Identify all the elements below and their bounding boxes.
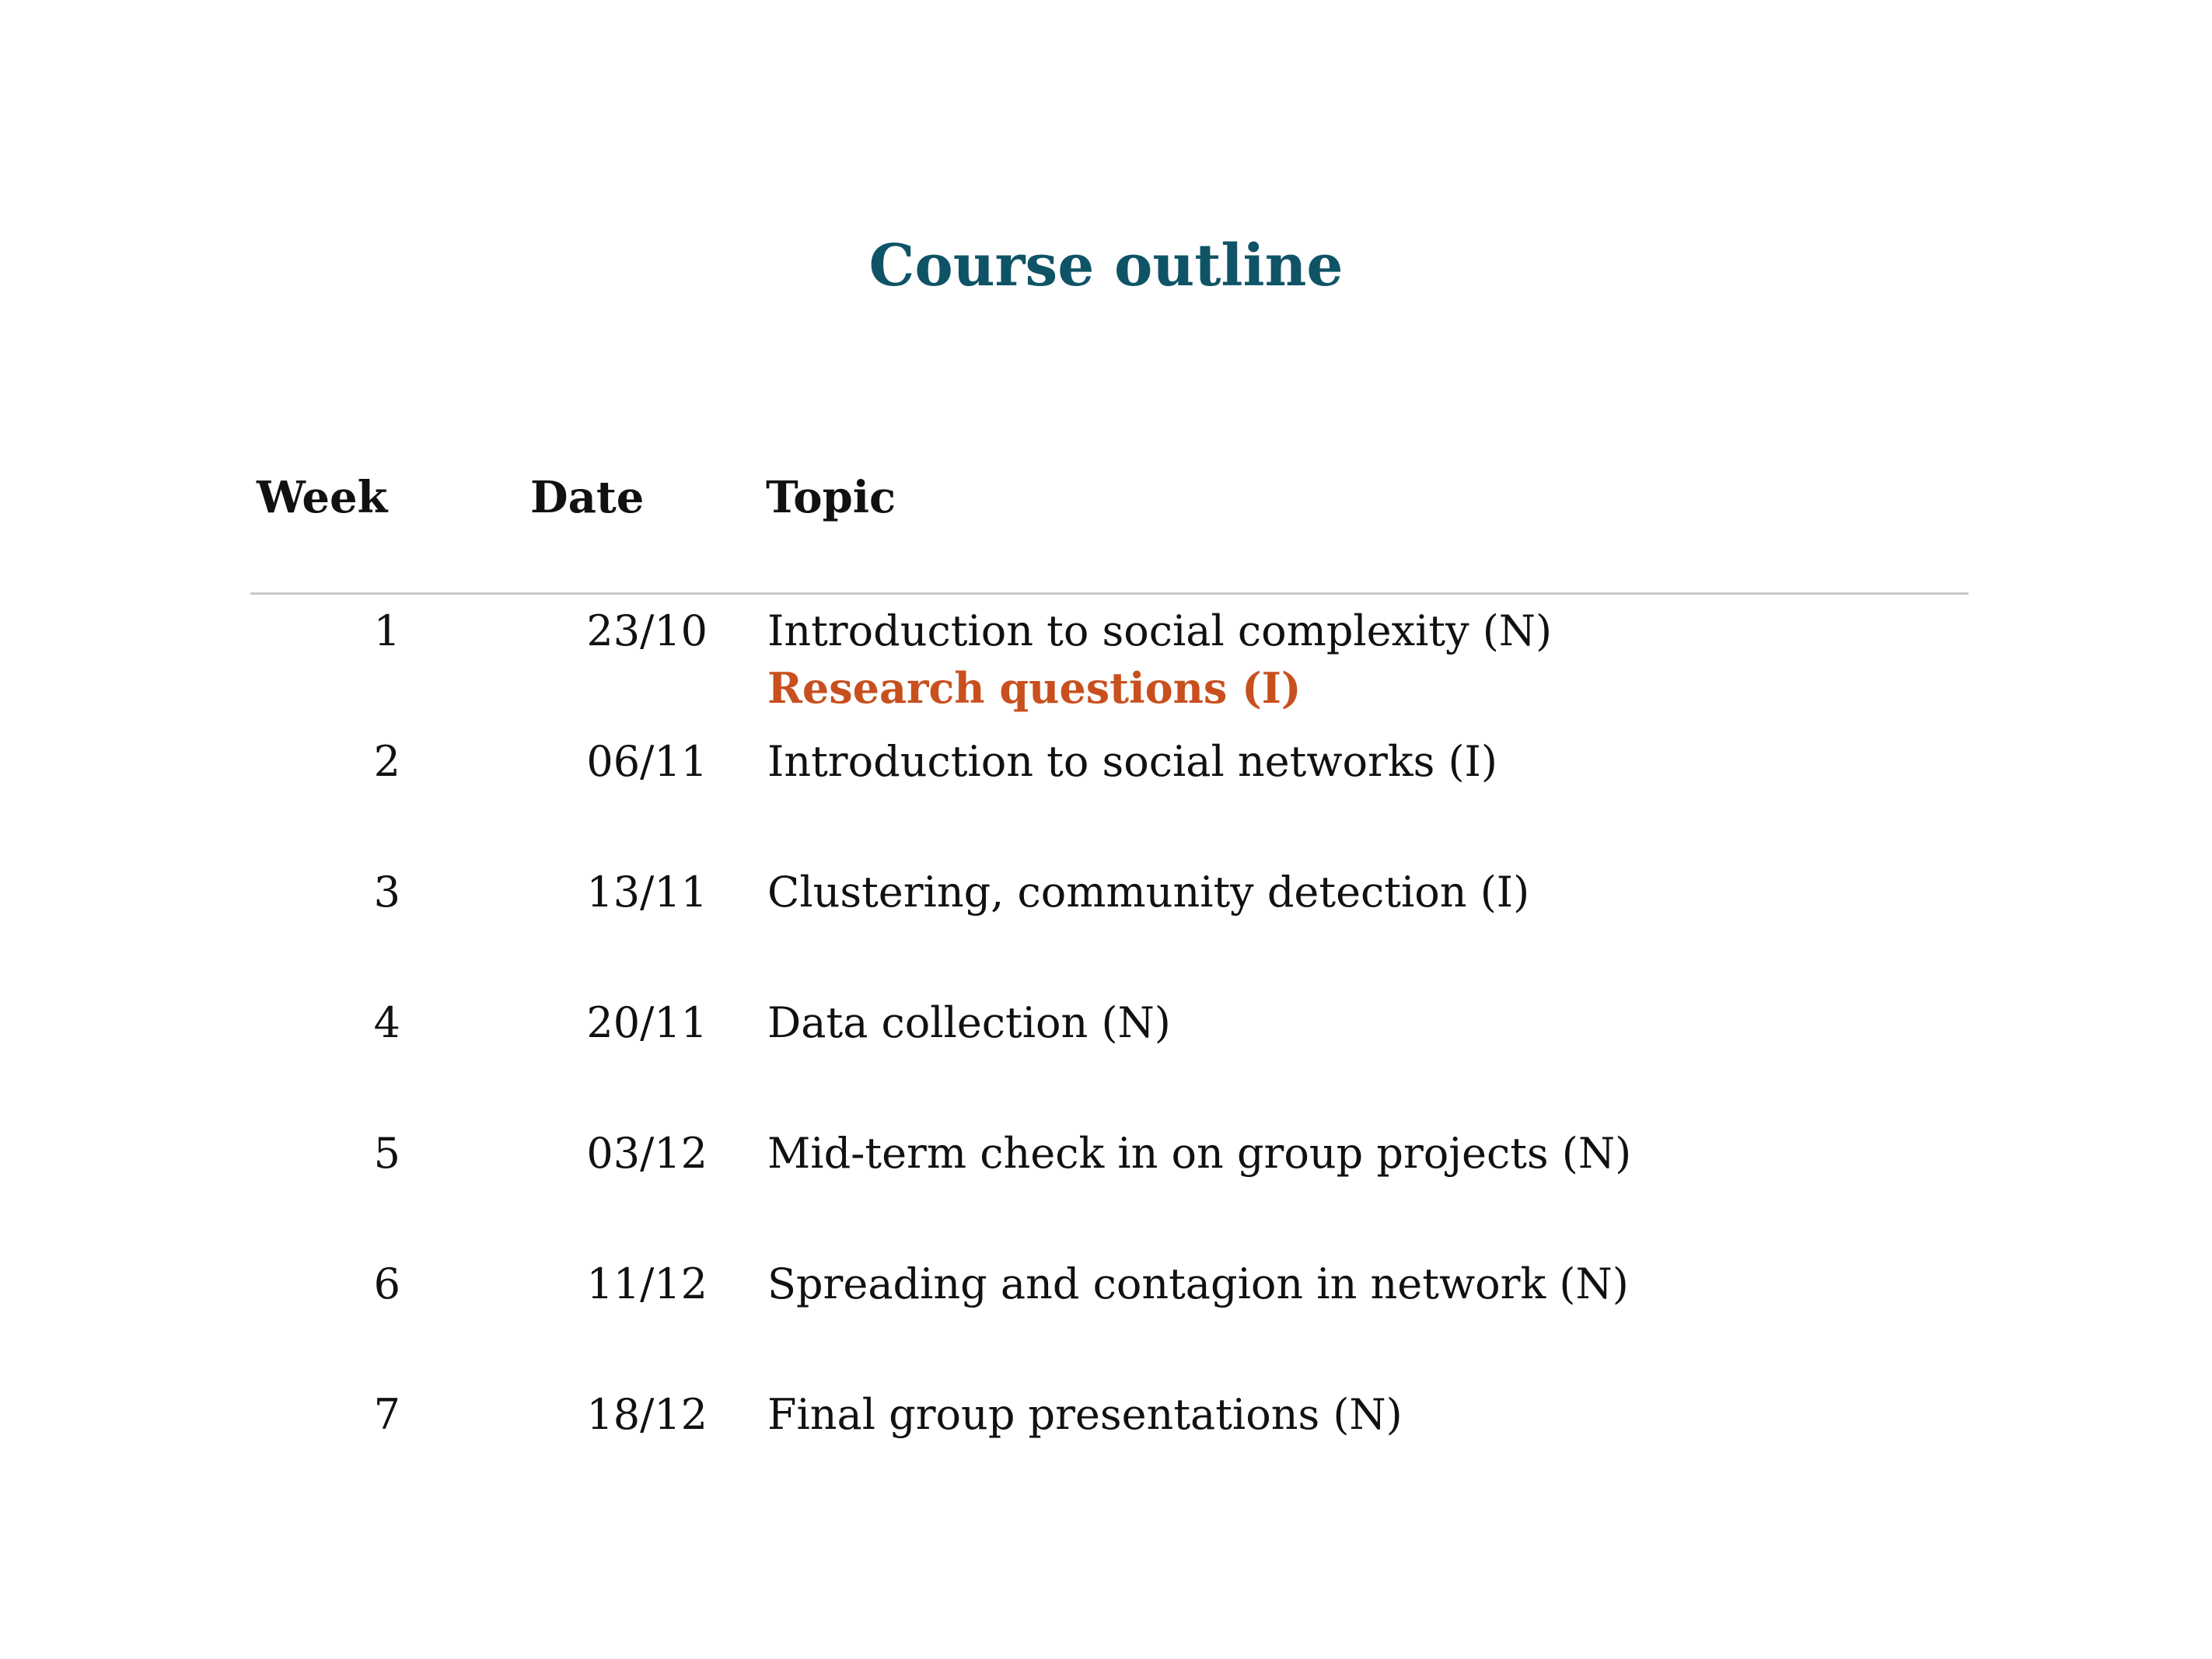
table-row: 6 11/12 Spreading and contagion in netwo…: [0, 1263, 2212, 1318]
table-row: 5 03/12 Mid-term check in on group proje…: [0, 1133, 2212, 1187]
week-number: 2: [373, 737, 400, 786]
session-topic-highlight: Research questions (I): [767, 663, 1302, 713]
session-date: 13/11: [586, 868, 708, 917]
table-row: 4 20/11 Data collection (N): [0, 1002, 2212, 1057]
session-topic: Data collection (N): [767, 998, 1171, 1047]
page-title: Course outline: [868, 232, 1344, 299]
session-date: 03/12: [586, 1129, 708, 1178]
table-row: 1 23/10 Introduction to social complexit…: [0, 606, 2212, 710]
table-row: 7 18/12 Final group presentations (N): [0, 1394, 2212, 1448]
session-date: 11/12: [586, 1259, 708, 1308]
session-topic: Final group presentations (N): [767, 1390, 1403, 1439]
session-topic: Mid-term check in on group projects (N): [767, 1129, 1632, 1178]
column-header-topic: Topic: [766, 472, 896, 523]
week-number: 7: [373, 1390, 400, 1439]
session-topic: Introduction to social networks (I): [767, 737, 1497, 786]
session-date: 06/11: [586, 737, 708, 786]
week-number: 3: [373, 868, 400, 917]
header-divider: [250, 592, 1969, 595]
table-row: 3 13/11 Clustering, community detection …: [0, 871, 2212, 926]
column-header-date: Date: [530, 472, 645, 523]
week-number: 6: [373, 1259, 400, 1308]
week-number: 5: [373, 1129, 400, 1178]
session-date: 18/12: [586, 1390, 708, 1439]
session-topic: Introduction to social complexity (N): [767, 606, 1553, 655]
session-topic: Spreading and contagion in network (N): [767, 1259, 1629, 1308]
session-topic: Clustering, community detection (I): [767, 868, 1530, 917]
week-number: 1: [373, 606, 400, 655]
table-row: 2 06/11 Introduction to social networks …: [0, 741, 2212, 795]
session-date: 20/11: [586, 998, 708, 1047]
week-number: 4: [373, 998, 400, 1047]
session-date: 23/10: [586, 606, 708, 655]
column-header-week: Week: [257, 472, 388, 523]
